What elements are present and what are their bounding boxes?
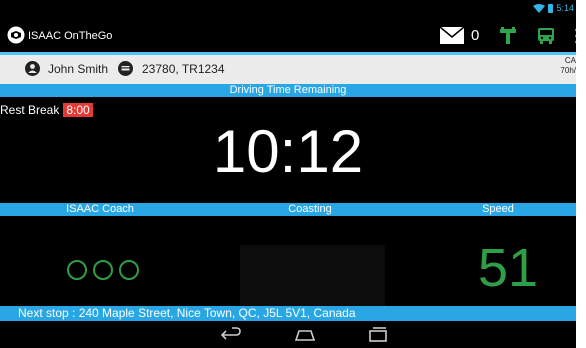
envelope-icon[interactable] xyxy=(440,27,464,44)
coach-circle xyxy=(93,260,113,280)
speed-value: 51 xyxy=(477,238,539,298)
hos-cycle[interactable]: CA 70h/ xyxy=(560,56,576,76)
bus-icon[interactable] xyxy=(537,27,555,45)
coasting-header: Coasting xyxy=(200,203,420,216)
hos-region: CA xyxy=(564,56,576,65)
app-title: ISAAC OnTheGo xyxy=(28,30,113,42)
coasting-gauge xyxy=(240,245,385,306)
wifi-icon xyxy=(533,3,546,13)
person-icon xyxy=(25,61,40,76)
coach-indicator[interactable] xyxy=(67,260,139,280)
rest-break-indicator: Rest Break 8:00 xyxy=(0,103,93,117)
driver-name: John Smith xyxy=(48,62,109,76)
hos-cycle-hours: 70h/ xyxy=(560,66,576,75)
status-icons: 5:14 xyxy=(533,3,574,13)
driving-time-value: 10:12 xyxy=(212,118,364,185)
rest-break-label: Rest Break xyxy=(0,103,60,117)
isaac-coach-header: ISAAC Coach xyxy=(0,203,200,216)
home-icon[interactable] xyxy=(293,329,317,341)
app-bar: ISAAC OnTheGo 0 xyxy=(0,18,576,52)
next-stop-banner[interactable]: Next stop : 240 Maple Street, Nice Town,… xyxy=(0,306,576,321)
isaac-logo-icon[interactable] xyxy=(7,26,25,44)
tablet-screen: 5:14 ISAAC OnTheGo 0 John Smith 23780, T… xyxy=(0,0,576,348)
vehicle-id: 23780, TR1234 xyxy=(142,62,225,76)
driver-info-bar: John Smith 23780, TR1234 CA 70h/ xyxy=(0,52,576,84)
coach-coasting-speed-panel: 51 xyxy=(0,216,576,306)
driving-time-panel[interactable]: Rest Break 8:00 10:12 xyxy=(0,97,576,201)
rest-break-value: 8:00 xyxy=(63,103,93,117)
android-nav-bar xyxy=(0,321,576,348)
truck-icon xyxy=(118,61,133,76)
speed-header: Speed xyxy=(420,203,576,216)
back-icon[interactable] xyxy=(220,327,242,343)
message-count: 0 xyxy=(471,27,480,44)
driving-time-header: Driving Time Remaining xyxy=(0,84,576,97)
recent-apps-icon[interactable] xyxy=(369,327,387,342)
battery-icon xyxy=(548,3,554,13)
status-time: 5:14 xyxy=(556,3,574,13)
coach-circle xyxy=(67,260,87,280)
signal-tower-icon[interactable] xyxy=(499,27,517,45)
system-status-bar: 5:14 xyxy=(0,0,576,18)
overflow-menu-icon[interactable] xyxy=(575,28,576,44)
coach-circle xyxy=(119,260,139,280)
